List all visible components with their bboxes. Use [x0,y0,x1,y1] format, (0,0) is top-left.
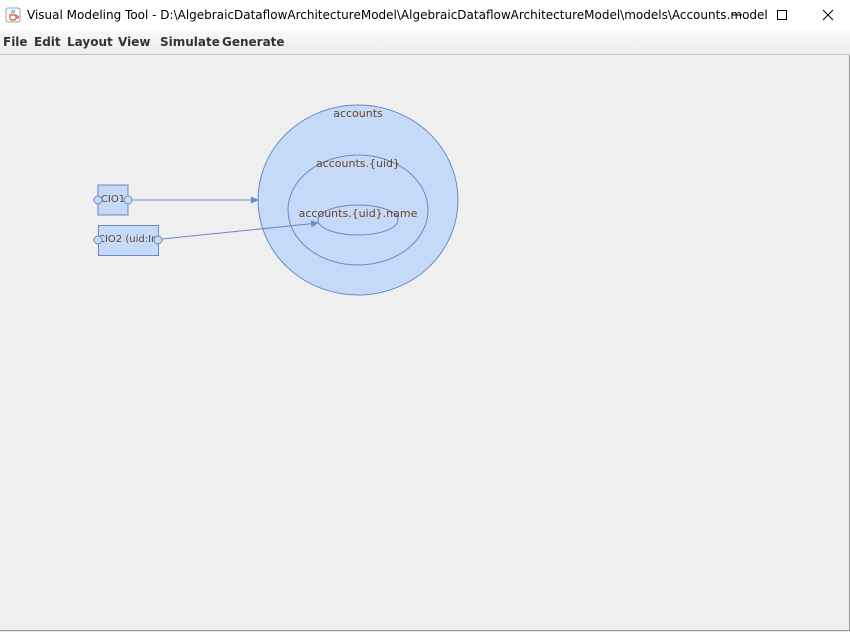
resource-label: accounts.{uid}.name [299,207,418,220]
window-title: Visual Modeling Tool - D:\AlgebraicDataf… [27,8,768,22]
menu-simulate[interactable]: Simulate [160,30,220,54]
title-bar[interactable]: Visual Modeling Tool - D:\AlgebraicDataf… [0,0,850,30]
resource-label: accounts [333,107,383,120]
application-window: Visual Modeling Tool - D:\AlgebraicDataf… [0,0,850,632]
minimize-icon [732,14,742,16]
maximize-icon [777,10,787,20]
close-button[interactable] [805,0,850,30]
maximize-button[interactable] [759,0,805,30]
menu-bar: File Edit Layout View Simulate Generate [0,30,850,55]
channel-label: CIO1 [101,194,125,205]
close-icon [822,9,834,21]
channel-node-cio2[interactable]: CIO2 (uid:Int) [93,225,165,256]
output-port[interactable] [123,195,133,205]
menu-file[interactable]: File [3,30,28,54]
diagram-svg: accounts accounts.{uid} accounts.{uid}.n… [93,104,459,296]
menu-view[interactable]: View [118,30,150,54]
menu-edit[interactable]: Edit [34,30,61,54]
java-coffee-cup-icon [5,7,21,23]
resource-label: accounts.{uid} [316,157,400,170]
diagram-canvas[interactable]: accounts accounts.{uid} accounts.{uid}.n… [0,55,850,631]
menu-generate[interactable]: Generate [222,30,285,54]
menu-layout[interactable]: Layout [67,30,113,54]
input-port[interactable] [93,195,103,205]
channel-node-cio1[interactable]: CIO1 [93,184,133,216]
minimize-button[interactable] [714,0,760,30]
input-port[interactable] [93,235,103,245]
output-port[interactable] [153,235,163,245]
